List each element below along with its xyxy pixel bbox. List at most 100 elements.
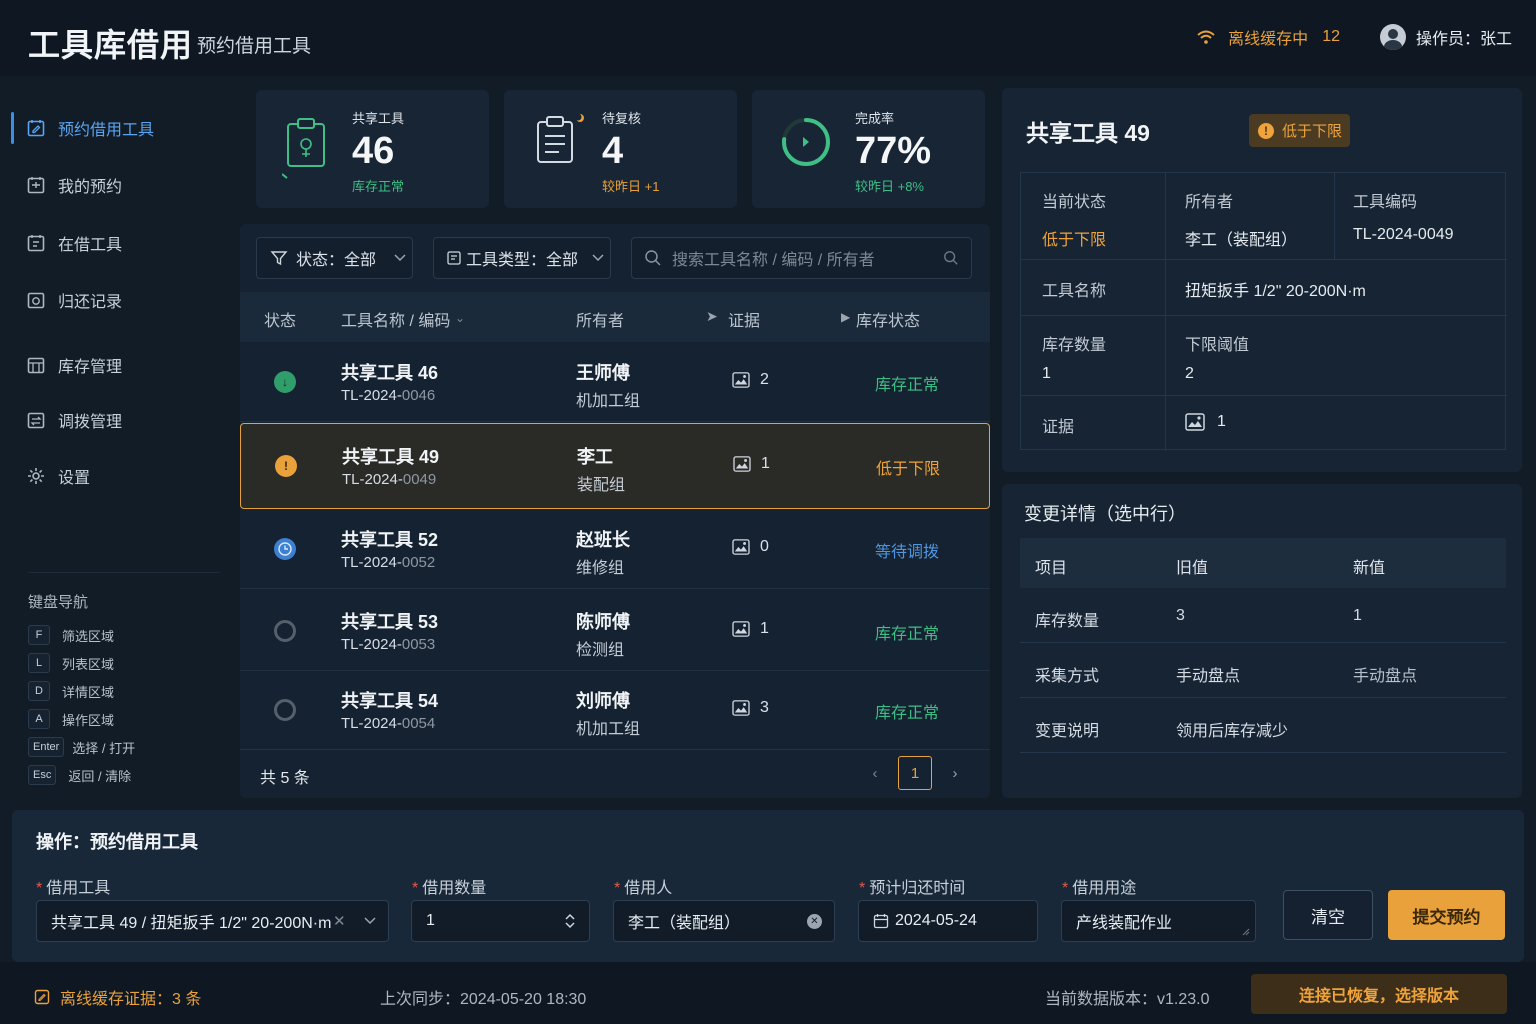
return-icon [27,292,45,309]
sort-arrow-icon[interactable]: ▶ [841,310,850,324]
owner-name: 刘师傅 [576,691,630,711]
stat-value: 46 [352,130,395,172]
filter-icon [270,251,288,266]
col-header-owner[interactable]: 所有者 [576,307,624,331]
chevron-down-icon [364,917,376,925]
next-page-button[interactable]: › [938,756,972,790]
quantity-stepper[interactable]: 1 [411,900,590,942]
image-icon [732,372,750,388]
resize-handle-icon[interactable] [1242,928,1250,936]
chevron-down-icon [394,254,406,262]
tool-type-icon [447,251,461,265]
last-sync-text: 上次同步：2024-05-20 18:30 [380,991,587,1008]
field-label: * 预计归还时间 [859,880,966,897]
image-icon [733,456,751,472]
evidence-cache-icon [34,989,50,1005]
tool-type-filter-select[interactable]: 工具类型： 全部 [433,237,611,279]
evidence-count[interactable]: 0 [732,538,769,556]
clear-icon[interactable]: ✕ [333,912,346,930]
borrower-input[interactable]: 李工（装配组） ✕ [613,900,835,942]
page-subtitle: 预约借用工具 [197,36,312,57]
tool-name: 共享工具 53 [341,612,439,632]
sidebar-item-label: 在借工具 [58,237,123,254]
col-header-evidence[interactable]: 证据 [728,307,760,331]
offline-evidence-status[interactable]: 离线缓存证据：3 条 [34,985,201,1009]
shortcut-key: A [28,709,50,729]
table-row[interactable]: 共享工具 53 TL-2024-0053 陈师傅 检测组 1 库存正常 [240,591,990,671]
owner-name: 陈师傅 [576,612,630,632]
change-table-header: 项目 旧值 新值 [1020,538,1506,588]
sidebar-item-borrowed-tools[interactable]: 在借工具 [12,223,220,263]
change-row: 采集方式 手动盘点 手动盘点 [1035,668,1418,685]
clear-circle-icon[interactable]: ✕ [807,913,822,929]
prev-page-button[interactable]: ‹ [858,756,892,790]
stat-card-completion-rate[interactable]: 完成率 77% 较昨日 +8% [752,90,985,208]
evidence-count[interactable]: 2 [732,371,769,389]
gear-icon [28,468,44,484]
col-header-stock-status[interactable]: 库存状态 [856,307,920,331]
change-row: 库存数量 3 1 [1035,607,1362,630]
status-filter-select[interactable]: 状态： 全部 [256,237,413,279]
stock-status: 库存正常 [875,626,940,643]
clear-button[interactable]: 清空 [1283,890,1373,940]
offline-cache-status[interactable]: 离线缓存中 12 [1196,25,1340,49]
sidebar-item-label: 我的预约 [58,179,123,196]
sidebar-item-return-records[interactable]: 归还记录 [12,280,220,320]
operator-info[interactable]: 操作员：张工 [1379,24,1512,50]
search-placeholder: 搜索工具名称 / 编码 / 所有者 [672,252,875,269]
submit-reservation-button[interactable]: 提交预约 [1388,890,1505,940]
evidence-count[interactable]: 1 [733,455,770,473]
table-row[interactable]: 共享工具 54 TL-2024-0054 刘师傅 机加工组 3 库存正常 [240,670,990,750]
table-row[interactable]: ↓ 共享工具 46 TL-2024-0046 王师傅 机加工组 2 库存正常 [240,342,990,422]
stepper-arrows-icon[interactable] [564,912,576,930]
tool-select[interactable]: 共享工具 49 / 扭矩扳手 1/2" 20-200N·m ✕ [36,900,389,942]
sidebar-item-reserve[interactable]: 预约借用工具 [11,108,220,148]
col-header-name-code[interactable]: 工具名称 / 编码 [341,307,450,331]
evidence-count[interactable]: 3 [732,699,769,717]
reconnect-select-version-button[interactable]: 连接已恢复，选择版本 [1251,974,1507,1014]
owner-group: 装配组 [577,477,626,494]
calendar-icon [873,914,889,929]
operator-name: 操作员：张工 [1415,31,1512,48]
return-date-picker[interactable]: 2024-05-24 [858,900,1038,942]
inventory-icon [27,357,45,374]
data-version-text: 当前数据版本：v1.23.0 [1045,991,1210,1008]
owner-group: 机加工组 [576,393,641,410]
page-number-button[interactable]: 1 [898,756,932,790]
sidebar-item-transfer[interactable]: 调拨管理 [12,400,220,440]
shortcut-row: A 操作区域 [28,708,114,730]
detail-evidence[interactable]: 1 [1185,413,1226,431]
sidebar-item-settings[interactable]: 设置 [12,456,220,496]
shortcut-label: 详情区域 [62,684,115,700]
tool-name: 共享工具 52 [341,530,439,550]
shortcut-key: Enter [28,737,65,757]
shortcut-label: 操作区域 [62,712,115,728]
purpose-textarea[interactable]: 产线装配作业 [1061,900,1256,942]
sidebar-item-my-reservations[interactable]: 我的预约 [12,165,220,205]
transfer-icon [27,412,45,429]
operation-title: 操作：预约借用工具 [36,832,198,852]
search-input[interactable]: 搜索工具名称 / 编码 / 所有者 [631,237,972,279]
sidebar-item-inventory[interactable]: 库存管理 [12,345,220,385]
table-row[interactable]: 共享工具 52 TL-2024-0052 赵班长 维修组 0 等待调拨 [240,509,990,589]
sort-icon[interactable]: ⌄ [455,311,465,325]
stat-card-pending-review[interactable]: 待复核 4 较昨日 +1 [504,90,737,208]
shortcut-row: Esc 返回 / 清除 [28,764,131,786]
stock-status: 等待调拨 [875,544,940,561]
tool-code: TL-2024-0053 [341,636,436,653]
search-icon[interactable] [943,250,959,266]
col-header-status[interactable]: 状态 [264,307,296,331]
stat-card-shared-tools[interactable]: 共享工具 46 库存正常 [256,90,489,208]
shortcut-key: Esc [28,765,57,785]
evidence-count[interactable]: 1 [732,620,769,638]
sort-arrow-icon[interactable]: ➤ [706,308,718,325]
stock-status: 库存正常 [875,377,940,394]
owner-name: 赵班长 [576,530,630,550]
stat-sub: 库存正常 [352,179,405,194]
stat-sub: 较昨日 +1 [602,179,660,194]
shortcut-key: D [28,681,50,701]
search-icon [645,250,661,266]
status-gray-icon [274,699,296,721]
table-row[interactable]: ! 共享工具 49 TL-2024-0049 李工 装配组 1 低于下限 [240,423,990,509]
owner-name: 李工 [577,447,613,467]
